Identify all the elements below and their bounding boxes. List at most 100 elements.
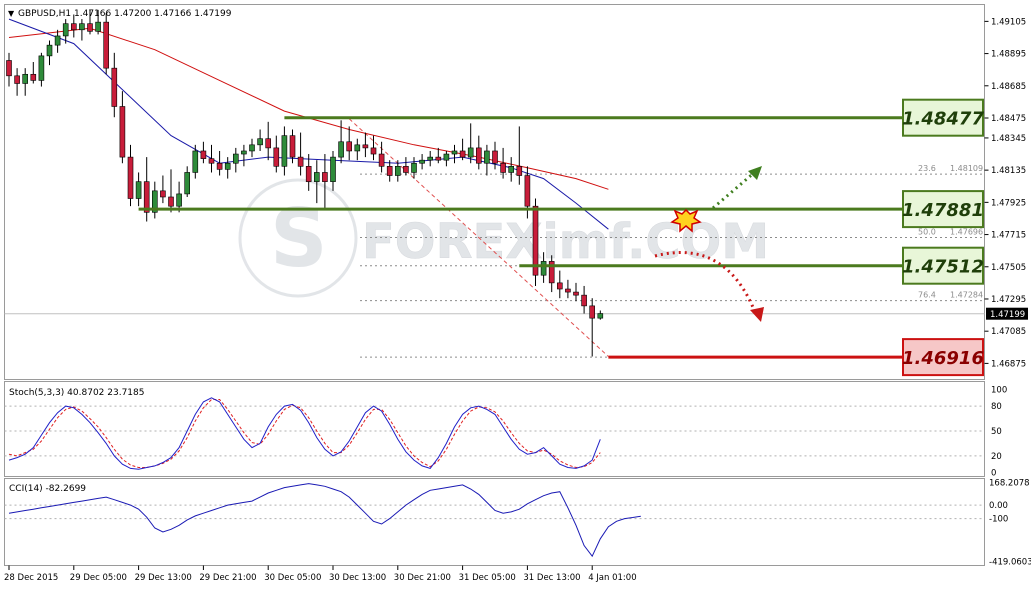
chart-canvas: S FOREXimf.COM ▼ GBPUSD,H1 1.47166 1.472… xyxy=(0,0,1031,589)
stoch-tick-label: 0 xyxy=(991,469,996,479)
candle-bullish xyxy=(96,22,101,31)
candle-bearish xyxy=(112,68,117,106)
chart-header-arrow[interactable]: ▼ xyxy=(8,9,15,18)
candle-bearish xyxy=(379,154,384,166)
candle-bearish xyxy=(209,159,214,164)
candle-bullish xyxy=(193,151,198,172)
candle-bullish xyxy=(484,151,489,163)
candle-bullish xyxy=(412,163,417,172)
candle-bullish xyxy=(428,157,433,160)
candle-bullish xyxy=(468,148,473,157)
candle-bullish xyxy=(355,145,360,151)
time-tick-label: 30 Dec 05:00 xyxy=(264,573,321,583)
candle-bullish xyxy=(47,45,52,56)
fib-ratio-label-2: 76.4 xyxy=(918,291,936,300)
candle-bullish xyxy=(23,74,28,83)
candle-bearish xyxy=(501,163,506,172)
candle-bearish xyxy=(290,136,295,157)
candle-bearish xyxy=(565,289,570,292)
price-tick-label: 1.46875 xyxy=(991,359,1026,369)
candle-bearish xyxy=(371,148,376,154)
candle-bearish xyxy=(517,166,522,175)
candle-bearish xyxy=(582,295,587,306)
candle-bullish xyxy=(233,154,238,163)
price-tick-label: 1.48135 xyxy=(991,166,1026,176)
candle-bearish xyxy=(557,283,562,289)
candle-bearish xyxy=(322,172,327,181)
price-tick-label: 1.48345 xyxy=(991,134,1026,144)
time-tick-label: 28 Dec 2015 xyxy=(4,573,58,583)
price-tick-label: 1.47505 xyxy=(991,263,1026,273)
candle-bullish xyxy=(452,151,457,154)
time-tick-label: 29 Dec 13:00 xyxy=(135,573,192,583)
price-tick-label: 1.48475 xyxy=(991,114,1026,124)
candle-bullish xyxy=(39,56,44,81)
fib-value-label-0: 1.48109 xyxy=(950,164,983,173)
candle-bullish xyxy=(420,160,425,163)
time-tick-label: 29 Dec 05:00 xyxy=(70,573,127,583)
candle-bearish xyxy=(436,157,441,160)
candle-bearish xyxy=(403,166,408,172)
stoch-tick-label: 100 xyxy=(991,386,1007,396)
candle-bearish xyxy=(160,191,165,197)
candle-bearish xyxy=(31,74,36,80)
candle-bullish xyxy=(395,166,400,175)
cci-panel xyxy=(5,479,985,566)
candle-bearish xyxy=(590,306,595,318)
cci-tick-label: -100 xyxy=(989,515,1008,525)
candle-bearish xyxy=(363,145,368,148)
candle-bearish xyxy=(460,151,465,157)
candle-bullish xyxy=(282,136,287,167)
candle-bearish xyxy=(169,197,174,206)
candle-bearish xyxy=(128,157,133,198)
candle-bullish xyxy=(55,36,60,45)
level-label-text-3: 1.46916 xyxy=(902,348,984,369)
candle-bullish xyxy=(250,145,255,151)
candle-bullish xyxy=(331,157,336,182)
current-price-label: 1.47199 xyxy=(990,310,1025,320)
price-tick-label: 1.48685 xyxy=(991,82,1026,92)
cci-tick-label: 0.00 xyxy=(989,501,1008,511)
time-tick-label: 31 Dec 05:00 xyxy=(459,573,516,583)
candle-bearish xyxy=(347,142,352,151)
candle-bearish xyxy=(201,151,206,159)
price-tick-label: 1.47925 xyxy=(991,198,1026,208)
candle-bullish xyxy=(258,139,263,145)
price-tick-label: 1.49105 xyxy=(991,17,1026,27)
fib-ratio-label-0: 23.6 xyxy=(918,164,936,173)
price-tick-label: 1.47295 xyxy=(991,295,1026,305)
candle-bearish xyxy=(15,76,20,84)
price-tick-label: 1.48895 xyxy=(991,50,1026,60)
candle-bullish xyxy=(63,24,68,36)
candle-bearish xyxy=(104,22,109,68)
fib-value-label-2: 1.47284 xyxy=(950,291,983,300)
stochastic-panel xyxy=(5,382,985,477)
watermark-logo-letter: S xyxy=(270,192,328,285)
candle-bearish xyxy=(274,148,279,166)
candle-bullish xyxy=(79,24,84,30)
candle-bearish xyxy=(525,176,530,207)
cci-tick-label: 168.2078 xyxy=(989,479,1030,489)
candle-bullish xyxy=(598,314,603,319)
price-axis: 1.49105 1.48895 1.48685 1.48475 1.48345 1.481… xyxy=(985,17,1029,369)
candle-bullish xyxy=(314,172,319,181)
level-label-text-1: 1.47881 xyxy=(902,200,984,221)
time-tick-label: 4 Jan 01:00 xyxy=(588,573,636,583)
candle-bearish xyxy=(71,24,76,30)
price-tick-label: 1.47715 xyxy=(991,231,1026,241)
cci-tick-label: -419.0603 xyxy=(989,558,1031,568)
stoch-tick-label: 50 xyxy=(991,427,1002,437)
candle-bullish xyxy=(136,182,141,199)
candle-bearish xyxy=(298,157,303,166)
candle-bearish xyxy=(217,163,222,169)
level-label-text-0: 1.48477 xyxy=(902,109,984,130)
candle-bearish xyxy=(574,292,579,295)
candle-bullish xyxy=(177,194,182,206)
forex-chart-window: S FOREXimf.COM ▼ GBPUSD,H1 1.47166 1.472… xyxy=(0,0,1031,589)
time-axis: 28 Dec 201529 Dec 05:0029 Dec 13:0029 De… xyxy=(4,566,637,584)
candle-bullish xyxy=(444,154,449,160)
candle-bullish xyxy=(541,261,546,275)
candle-bearish xyxy=(493,151,498,163)
chart-symbol-header: GBPUSD,H1 1.47166 1.47200 1.47166 1.4719… xyxy=(18,9,232,19)
fib-ratio-label-1: 50.0 xyxy=(918,227,936,236)
